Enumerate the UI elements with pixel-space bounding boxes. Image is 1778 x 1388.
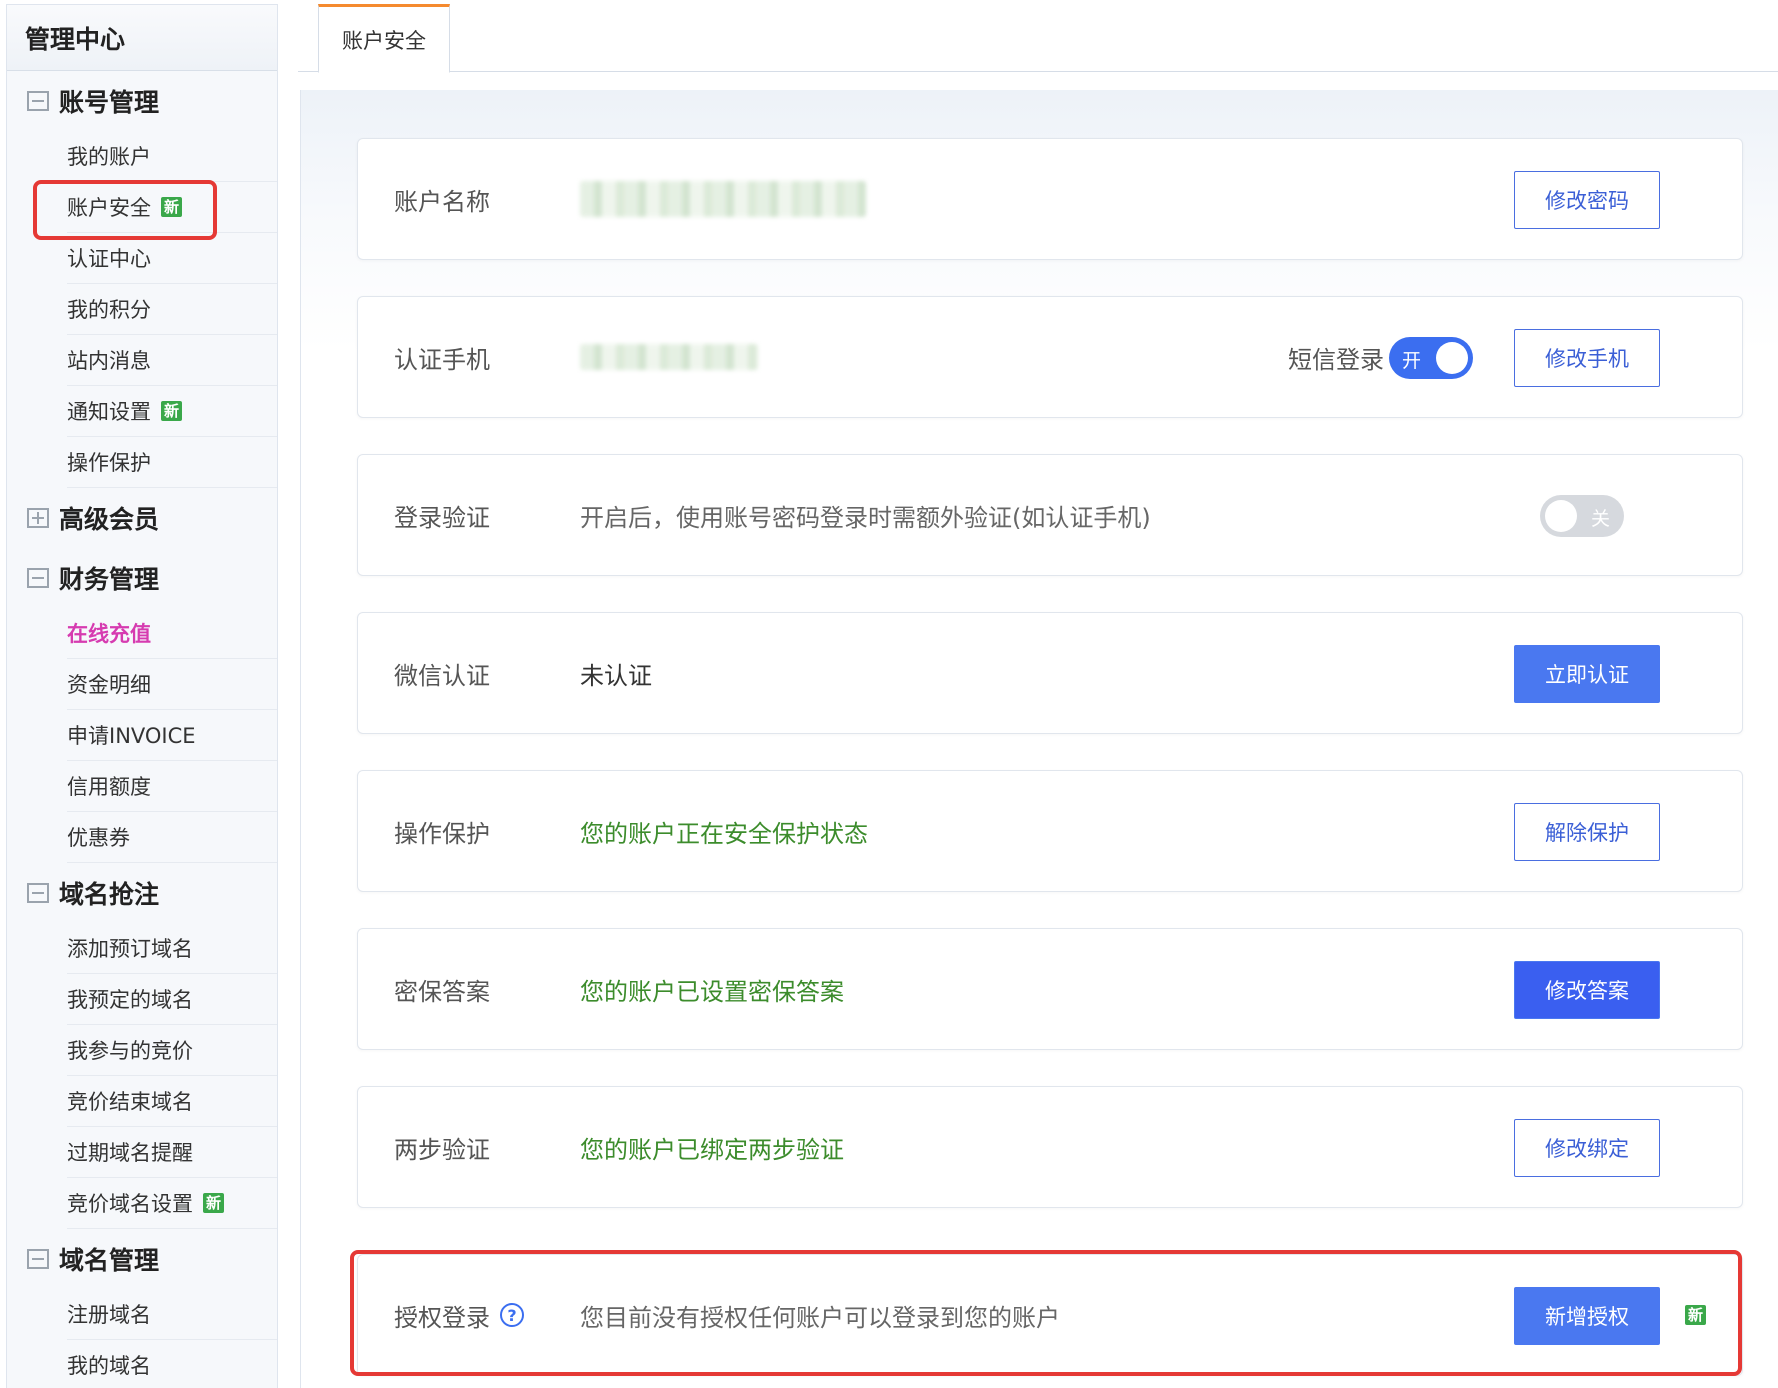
- card-label: 两步验证: [394, 1135, 490, 1164]
- sidebar-item-credit[interactable]: 信用额度: [67, 761, 277, 812]
- remove-protection-button[interactable]: 解除保护: [1514, 803, 1660, 861]
- account-name-value: [580, 139, 866, 259]
- sidebar-item-expiry-reminders[interactable]: 过期域名提醒: [67, 1127, 277, 1178]
- toggle-knob: [1545, 500, 1577, 532]
- help-icon[interactable]: ?: [500, 1303, 524, 1327]
- sms-login-toggle[interactable]: 开: [1389, 337, 1473, 379]
- redacted-block: [580, 181, 866, 217]
- wechat-status: 未认证: [580, 661, 652, 690]
- group-finance[interactable]: 财务管理: [7, 548, 277, 608]
- sidebar-item-ended-auctions[interactable]: 竞价结束域名: [67, 1076, 277, 1127]
- group-premium[interactable]: 高级会员: [7, 488, 277, 548]
- sidebar-item-points[interactable]: 我的积分: [67, 284, 277, 335]
- sidebar-item-verification[interactable]: 认证中心: [67, 233, 277, 284]
- group-account[interactable]: 账号管理: [7, 71, 277, 131]
- card-label: 微信认证: [394, 661, 490, 690]
- collapse-icon: [27, 91, 49, 111]
- new-badge: 新: [203, 1193, 225, 1213]
- card-label: 认证手机: [394, 345, 490, 374]
- login-verify-desc: 开启后，使用账号密码登录时需额外验证(如认证手机): [580, 503, 1151, 532]
- expand-icon: [27, 508, 49, 528]
- card-two-step: 两步验证 您的账户已绑定两步验证 修改绑定: [357, 1086, 1743, 1208]
- tab-account-security[interactable]: 账户安全: [318, 4, 450, 73]
- sms-login-label: 短信登录: [1288, 345, 1384, 374]
- sidebar-title: 管理中心: [7, 5, 277, 71]
- card-wechat: 微信认证 未认证 立即认证: [357, 612, 1743, 734]
- auth-login-desc: 您目前没有授权任何账户可以登录到您的账户: [580, 1303, 1060, 1332]
- security-qa-status: 您的账户已设置密保答案: [580, 977, 844, 1006]
- add-authorization-button[interactable]: 新增授权: [1514, 1287, 1660, 1345]
- login-verify-toggle[interactable]: 关: [1540, 495, 1624, 537]
- change-phone-button[interactable]: 修改手机: [1514, 329, 1660, 387]
- new-badge: 新: [161, 401, 183, 421]
- card-label: 密保答案: [394, 977, 490, 1006]
- change-answer-button[interactable]: 修改答案: [1514, 961, 1660, 1019]
- card-label: 操作保护: [394, 819, 490, 848]
- sidebar-item-my-backorders[interactable]: 我预定的域名: [67, 974, 277, 1025]
- card-op-protect: 操作保护 您的账户正在安全保护状态 解除保护: [357, 770, 1743, 892]
- verify-now-button[interactable]: 立即认证: [1514, 645, 1660, 703]
- phone-value: [580, 297, 758, 417]
- op-protect-status: 您的账户正在安全保护状态: [580, 819, 868, 848]
- redacted-block: [580, 344, 758, 370]
- sidebar-item-auction-settings[interactable]: 竞价域名设置新: [67, 1178, 277, 1229]
- sidebar-item-my-domains[interactable]: 我的域名: [67, 1340, 277, 1388]
- card-phone: 认证手机 短信登录 开 修改手机: [357, 296, 1743, 418]
- sidebar: 管理中心 账号管理 我的账户 账户安全新 认证中心 我的积分 站内消息 通知设置…: [6, 4, 278, 1388]
- change-binding-button[interactable]: 修改绑定: [1514, 1119, 1660, 1177]
- sidebar-item-messages[interactable]: 站内消息: [67, 335, 277, 386]
- card-label: 账户名称: [394, 187, 490, 216]
- sidebar-item-recharge[interactable]: 在线充值: [67, 608, 277, 659]
- card-auth-login: 授权登录 ? 您目前没有授权任何账户可以登录到您的账户 新增授权 新: [357, 1254, 1743, 1376]
- sidebar-item-fund-details[interactable]: 资金明细: [67, 659, 277, 710]
- sidebar-item-my-account[interactable]: 我的账户: [67, 131, 277, 182]
- card-account-name: 账户名称 修改密码: [357, 138, 1743, 260]
- group-domain-management[interactable]: 域名管理: [7, 1229, 277, 1289]
- sidebar-item-register-domain[interactable]: 注册域名: [67, 1289, 277, 1340]
- sidebar-item-invoice[interactable]: 申请INVOICE: [67, 710, 277, 761]
- change-password-button[interactable]: 修改密码: [1514, 171, 1660, 229]
- card-label: 登录验证: [394, 503, 490, 532]
- new-badge: 新: [161, 197, 183, 217]
- collapse-icon: [27, 1249, 49, 1269]
- two-step-status: 您的账户已绑定两步验证: [580, 1135, 844, 1164]
- main-content: 账户名称 修改密码 认证手机 短信登录 开 修改手机 登录验证 开启后，使用账号…: [300, 90, 1778, 1388]
- tab-bar: 账户安全: [298, 0, 1778, 73]
- card-login-verify: 登录验证 开启后，使用账号密码登录时需额外验证(如认证手机) 关: [357, 454, 1743, 576]
- card-security-qa: 密保答案 您的账户已设置密保答案 修改答案: [357, 928, 1743, 1050]
- sidebar-item-notify-settings[interactable]: 通知设置新: [67, 386, 277, 437]
- sidebar-item-coupons[interactable]: 优惠券: [67, 812, 277, 863]
- sidebar-item-my-bids[interactable]: 我参与的竞价: [67, 1025, 277, 1076]
- sidebar-item-add-backorder[interactable]: 添加预订域名: [67, 923, 277, 974]
- sidebar-item-op-protect[interactable]: 操作保护: [67, 437, 277, 488]
- toggle-knob: [1436, 342, 1468, 374]
- collapse-icon: [27, 568, 49, 588]
- group-domain-backorder[interactable]: 域名抢注: [7, 863, 277, 923]
- collapse-icon: [27, 883, 49, 903]
- card-label: 授权登录 ?: [394, 1255, 524, 1375]
- sidebar-item-account-security[interactable]: 账户安全新: [67, 182, 277, 233]
- new-badge: 新: [1684, 1305, 1706, 1325]
